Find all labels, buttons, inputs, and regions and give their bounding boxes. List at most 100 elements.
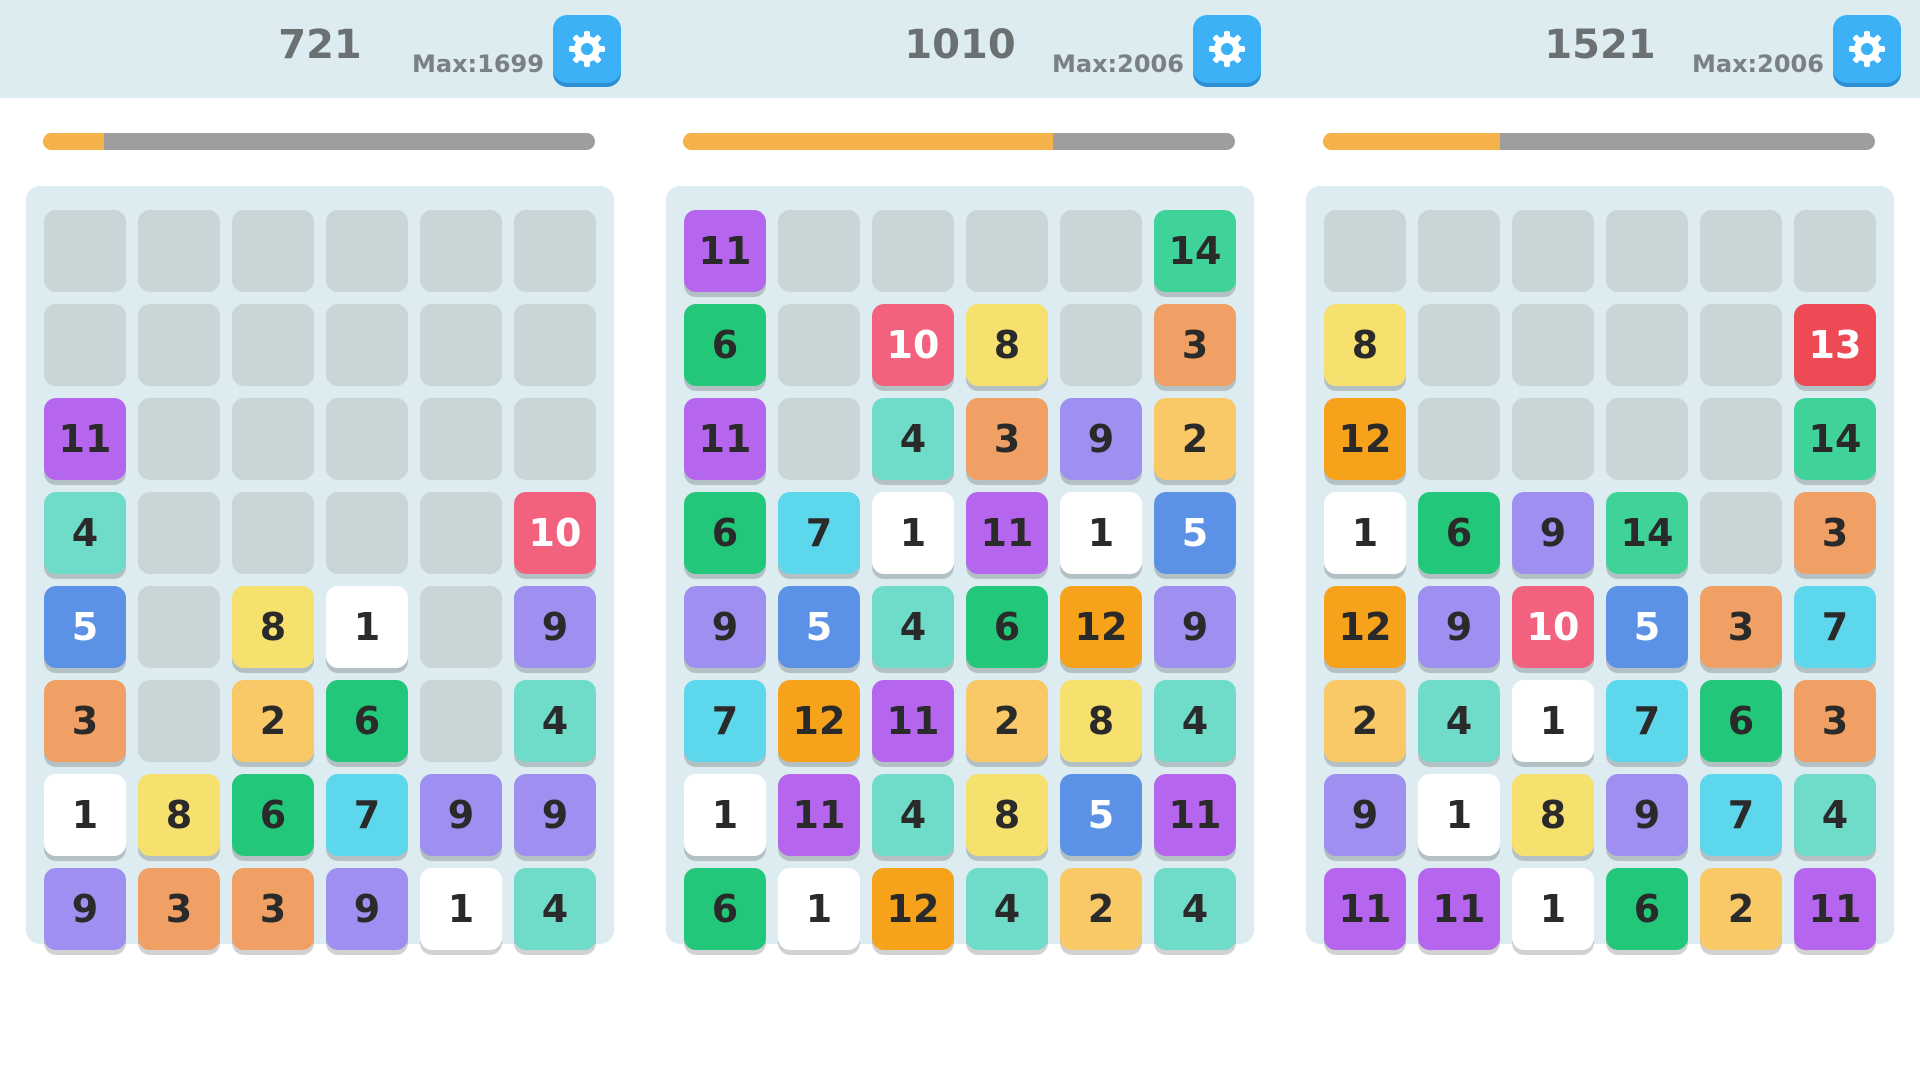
number-tile[interactable]: 8	[966, 774, 1048, 856]
number-tile[interactable]: 7	[684, 680, 766, 762]
number-tile[interactable]: 3	[1154, 304, 1236, 386]
number-tile[interactable]: 2	[1154, 398, 1236, 480]
number-tile[interactable]: 8	[1324, 304, 1406, 386]
number-tile[interactable]: 10	[872, 304, 954, 386]
number-tile[interactable]: 4	[44, 492, 126, 574]
number-tile[interactable]: 12	[872, 868, 954, 950]
number-tile[interactable]: 5	[1606, 586, 1688, 668]
number-tile[interactable]: 5	[44, 586, 126, 668]
number-tile[interactable]: 4	[514, 868, 596, 950]
number-tile[interactable]: 10	[514, 492, 596, 574]
number-tile[interactable]: 1	[778, 868, 860, 950]
number-tile[interactable]: 4	[872, 398, 954, 480]
number-tile[interactable]: 14	[1794, 398, 1876, 480]
number-tile[interactable]: 6	[684, 492, 766, 574]
number-tile[interactable]: 8	[1512, 774, 1594, 856]
number-tile[interactable]: 1	[1060, 492, 1142, 574]
number-tile[interactable]: 3	[44, 680, 126, 762]
number-tile[interactable]: 1	[420, 868, 502, 950]
number-tile[interactable]: 7	[326, 774, 408, 856]
number-tile[interactable]: 3	[1794, 492, 1876, 574]
number-tile[interactable]: 6	[1606, 868, 1688, 950]
number-tile[interactable]: 1	[1418, 774, 1500, 856]
number-tile[interactable]: 4	[1418, 680, 1500, 762]
number-tile[interactable]: 1	[1512, 680, 1594, 762]
number-tile[interactable]: 9	[326, 868, 408, 950]
number-tile[interactable]: 2	[232, 680, 314, 762]
number-tile[interactable]: 6	[684, 304, 766, 386]
number-tile[interactable]: 3	[966, 398, 1048, 480]
number-tile[interactable]: 4	[872, 586, 954, 668]
number-tile[interactable]: 8	[232, 586, 314, 668]
number-tile[interactable]: 7	[778, 492, 860, 574]
number-tile[interactable]: 7	[1606, 680, 1688, 762]
number-tile[interactable]: 5	[778, 586, 860, 668]
number-tile[interactable]: 4	[872, 774, 954, 856]
number-tile[interactable]: 9	[1154, 586, 1236, 668]
number-tile[interactable]: 8	[1060, 680, 1142, 762]
number-tile[interactable]: 9	[1418, 586, 1500, 668]
settings-button[interactable]	[1193, 15, 1261, 83]
number-tile[interactable]: 3	[1794, 680, 1876, 762]
number-tile[interactable]: 2	[1700, 868, 1782, 950]
number-tile[interactable]: 9	[514, 774, 596, 856]
number-tile[interactable]: 9	[1512, 492, 1594, 574]
number-tile[interactable]: 11	[1324, 868, 1406, 950]
number-tile[interactable]: 6	[232, 774, 314, 856]
number-tile[interactable]: 4	[966, 868, 1048, 950]
number-tile[interactable]: 9	[420, 774, 502, 856]
number-tile[interactable]: 3	[138, 868, 220, 950]
number-tile[interactable]: 11	[684, 210, 766, 292]
number-tile[interactable]: 2	[1324, 680, 1406, 762]
number-tile[interactable]: 7	[1794, 586, 1876, 668]
number-tile[interactable]: 2	[966, 680, 1048, 762]
number-tile[interactable]: 9	[1060, 398, 1142, 480]
number-tile[interactable]: 4	[1154, 868, 1236, 950]
number-tile[interactable]: 8	[138, 774, 220, 856]
number-tile[interactable]: 1	[1512, 868, 1594, 950]
number-tile[interactable]: 5	[1060, 774, 1142, 856]
number-tile[interactable]: 4	[1794, 774, 1876, 856]
number-tile[interactable]: 14	[1154, 210, 1236, 292]
number-tile[interactable]: 11	[1794, 868, 1876, 950]
settings-button[interactable]	[1833, 15, 1901, 83]
number-tile[interactable]: 11	[44, 398, 126, 480]
number-tile[interactable]: 14	[1606, 492, 1688, 574]
number-tile[interactable]: 11	[1154, 774, 1236, 856]
number-tile[interactable]: 8	[966, 304, 1048, 386]
number-tile[interactable]: 1	[684, 774, 766, 856]
number-tile[interactable]: 11	[778, 774, 860, 856]
number-tile[interactable]: 12	[1324, 586, 1406, 668]
settings-button[interactable]	[553, 15, 621, 83]
number-tile[interactable]: 6	[326, 680, 408, 762]
number-tile[interactable]: 7	[1700, 774, 1782, 856]
number-tile[interactable]: 6	[1700, 680, 1782, 762]
number-tile[interactable]: 5	[1154, 492, 1236, 574]
number-tile[interactable]: 11	[966, 492, 1048, 574]
number-tile[interactable]: 9	[44, 868, 126, 950]
number-tile[interactable]: 4	[1154, 680, 1236, 762]
number-tile[interactable]: 1	[44, 774, 126, 856]
number-tile[interactable]: 9	[514, 586, 596, 668]
number-tile[interactable]: 4	[514, 680, 596, 762]
number-tile[interactable]: 12	[1060, 586, 1142, 668]
number-tile[interactable]: 2	[1060, 868, 1142, 950]
number-tile[interactable]: 11	[684, 398, 766, 480]
number-tile[interactable]: 12	[1324, 398, 1406, 480]
number-tile[interactable]: 1	[872, 492, 954, 574]
number-tile[interactable]: 1	[326, 586, 408, 668]
number-tile[interactable]: 1	[1324, 492, 1406, 574]
number-tile[interactable]: 10	[1512, 586, 1594, 668]
number-tile[interactable]: 13	[1794, 304, 1876, 386]
number-tile[interactable]: 12	[778, 680, 860, 762]
number-tile[interactable]: 11	[1418, 868, 1500, 950]
number-tile[interactable]: 11	[872, 680, 954, 762]
number-tile[interactable]: 6	[1418, 492, 1500, 574]
number-tile[interactable]: 9	[684, 586, 766, 668]
number-tile[interactable]: 6	[966, 586, 1048, 668]
number-tile[interactable]: 9	[1606, 774, 1688, 856]
number-tile[interactable]: 9	[1324, 774, 1406, 856]
number-tile[interactable]: 3	[1700, 586, 1782, 668]
number-tile[interactable]: 3	[232, 868, 314, 950]
number-tile[interactable]: 6	[684, 868, 766, 950]
